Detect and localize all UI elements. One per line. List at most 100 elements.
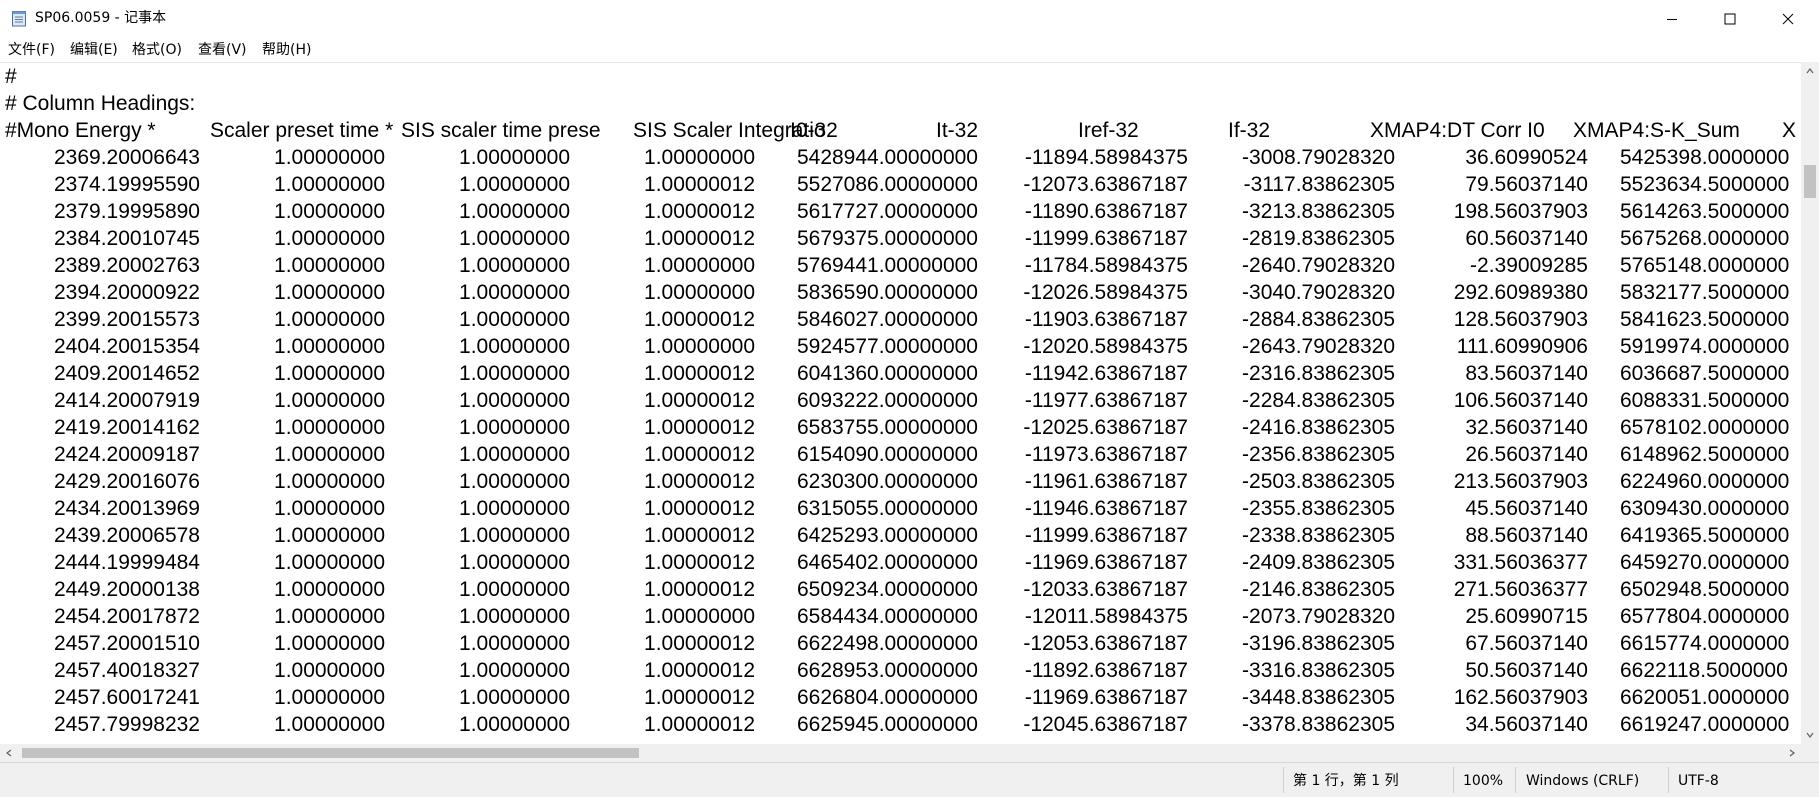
data-cell: 128.56037903 — [1453, 308, 1588, 331]
data-cell: 6502948.5000000 — [1620, 578, 1790, 601]
close-button[interactable] — [1759, 0, 1817, 38]
data-row: 2449.20000138 1.00000000 1.00000000 1.00000… — [0, 576, 1801, 603]
menu-file[interactable]: 文件(F) — [8, 42, 55, 58]
data-row: 2404.20015354 1.00000000 1.00000000 1.00000… — [0, 333, 1801, 360]
data-cell: 2414.20007919 — [54, 389, 200, 412]
data-cell: 1.00000000 — [459, 470, 570, 493]
menu-edit[interactable]: 编辑(E) — [70, 42, 118, 58]
menu-bar: 文件(F) 编辑(E) 格式(O) 查看(V) 帮助(H) — [0, 38, 1819, 62]
data-cell: 1.00000000 — [274, 524, 385, 547]
data-cell: 1.00000000 — [459, 524, 570, 547]
status-divider — [1515, 767, 1516, 793]
data-cell: 1.00000000 — [459, 443, 570, 466]
status-divider — [1453, 767, 1454, 793]
data-row: 2424.20009187 1.00000000 1.00000000 1.00000… — [0, 441, 1801, 468]
status-bar: 第 1 行，第 1 列 100% Windows (CRLF) UTF-8 — [0, 762, 1819, 797]
data-row: 2394.20000922 1.00000000 1.00000000 1.00000… — [0, 279, 1801, 306]
data-cell: 1.00000000 — [274, 254, 385, 277]
data-row: 2414.20007919 1.00000000 1.00000000 1.00000… — [0, 387, 1801, 414]
data-cell: 198.56037903 — [1453, 200, 1588, 223]
data-cell: 1.00000000 — [274, 389, 385, 412]
text-encoding: UTF-8 — [1678, 773, 1719, 789]
data-cell: -11894.58984375 — [1024, 146, 1188, 169]
data-cell: -2146.83862305 — [1242, 578, 1395, 601]
data-cell: 1.00000012 — [644, 173, 755, 196]
data-cell: -3117.83862305 — [1243, 173, 1395, 196]
data-cell: 1.00000000 — [644, 605, 755, 628]
menu-view[interactable]: 查看(V) — [198, 42, 247, 58]
horizontal-scroll-thumb[interactable] — [22, 748, 639, 758]
data-cell: 6154090.00000000 — [796, 443, 978, 466]
data-row: 2374.19995590 1.00000000 1.00000000 1.00000… — [0, 171, 1801, 198]
status-divider — [1668, 767, 1669, 793]
data-cell: 6148962.5000000 — [1620, 443, 1790, 466]
text-editor[interactable]: # # Column Headings: #Mono Energy * Scal… — [0, 62, 1801, 745]
data-cell: 1.00000000 — [459, 686, 570, 709]
data-row: 2454.20017872 1.00000000 1.00000000 1.00000… — [0, 603, 1801, 630]
text-line: # — [0, 63, 1801, 90]
horizontal-scrollbar[interactable] — [0, 744, 1819, 762]
data-cell: 1.00000012 — [644, 200, 755, 223]
data-cell: 1.00000000 — [644, 281, 755, 304]
data-cell: -2643.79028320 — [1242, 335, 1395, 358]
data-cell: 1.00000000 — [459, 497, 570, 520]
data-cell: 5428944.00000000 — [796, 146, 978, 169]
data-row: 2389.20002763 1.00000000 1.00000000 1.00000… — [0, 252, 1801, 279]
data-cell: 1.00000000 — [459, 578, 570, 601]
data-cell: 6224960.0000000 — [1620, 470, 1790, 493]
data-cell: 1.00000000 — [274, 362, 385, 385]
data-cell: 2369.20006643 — [54, 146, 200, 169]
data-cell: 1.00000000 — [459, 713, 570, 736]
data-cell: -12033.63867187 — [1023, 578, 1188, 601]
data-cell: 1.00000012 — [644, 632, 755, 655]
menu-format[interactable]: 格式(O) — [132, 42, 182, 58]
data-cell: 6578102.0000000 — [1620, 416, 1790, 439]
data-cell: 1.00000000 — [459, 389, 570, 412]
data-cell: 271.56036377 — [1453, 578, 1588, 601]
data-cell: 1.00000000 — [274, 578, 385, 601]
minimize-button[interactable] — [1643, 0, 1701, 38]
data-cell: 6036687.5000000 — [1620, 362, 1790, 385]
column-heading: XMAP4:S-K_Sum — [1573, 119, 1740, 142]
data-cell: 5523634.5000000 — [1620, 173, 1790, 196]
column-heading: X — [1782, 119, 1797, 142]
data-cell: 1.00000000 — [274, 281, 385, 304]
data-cell: 2409.20014652 — [54, 362, 200, 385]
data-row: 2369.20006643 1.00000000 1.00000000 1.00000… — [0, 144, 1801, 171]
data-cell: 1.00000000 — [274, 227, 385, 250]
menu-help[interactable]: 帮助(H) — [262, 42, 311, 58]
data-cell: 5425398.0000000 — [1620, 146, 1790, 169]
data-cell: 1.00000000 — [459, 173, 570, 196]
scroll-up-arrow-icon[interactable] — [1801, 62, 1819, 80]
data-cell: -2073.79028320 — [1242, 605, 1395, 628]
line-text: # — [5, 65, 17, 88]
data-cell: 2419.20014162 — [54, 416, 200, 439]
data-cell: -12025.63867187 — [1023, 416, 1188, 439]
data-cell: 1.00000000 — [274, 443, 385, 466]
data-cell: 6622118.5000000 — [1620, 659, 1788, 682]
data-cell: 1.00000012 — [644, 308, 755, 331]
data-cell: -12026.58984375 — [1023, 281, 1188, 304]
data-cell: 2394.20000922 — [54, 281, 200, 304]
maximize-icon — [1724, 13, 1736, 25]
maximize-button[interactable] — [1701, 0, 1759, 38]
data-cell: -11999.63867187 — [1024, 524, 1188, 547]
data-cell: 1.00000000 — [459, 551, 570, 574]
data-cell: 1.00000000 — [644, 335, 755, 358]
scroll-right-arrow-icon[interactable] — [1783, 744, 1801, 762]
data-cell: 2429.20016076 — [54, 470, 200, 493]
scroll-down-arrow-icon[interactable] — [1801, 726, 1819, 744]
data-cell: 6622498.00000000 — [796, 632, 978, 655]
data-cell: 1.00000000 — [274, 335, 385, 358]
vertical-scrollbar[interactable] — [1801, 62, 1819, 744]
data-cell: 1.00000012 — [644, 470, 755, 493]
vertical-scroll-thumb[interactable] — [1804, 165, 1816, 198]
data-cell: 1.00000000 — [644, 146, 755, 169]
data-cell: -2284.83862305 — [1242, 389, 1395, 412]
data-cell: 1.00000000 — [459, 632, 570, 655]
scroll-left-arrow-icon[interactable] — [0, 744, 18, 762]
data-cell: -12045.63867187 — [1023, 713, 1188, 736]
data-cell: 292.60989380 — [1453, 281, 1588, 304]
data-cell: -3448.83862305 — [1242, 686, 1395, 709]
data-cell: 2439.20006578 — [54, 524, 200, 547]
